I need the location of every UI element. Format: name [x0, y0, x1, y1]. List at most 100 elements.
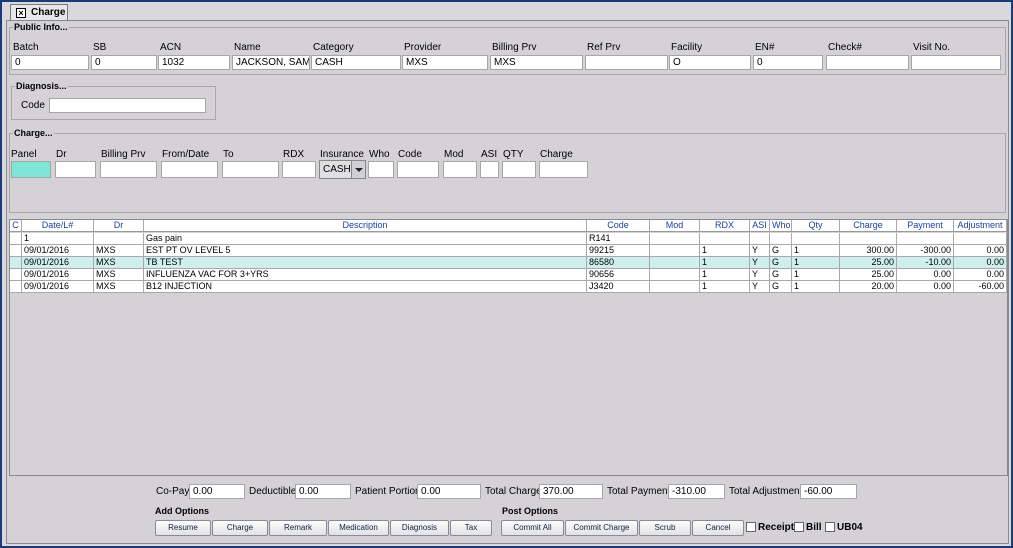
total-adjustment-field[interactable]: -60.00 — [800, 484, 857, 499]
dr-field[interactable] — [55, 161, 96, 178]
mod-field[interactable] — [443, 161, 477, 178]
cell-c — [10, 233, 22, 245]
cell-payment: -300.00 — [897, 245, 954, 257]
category-field[interactable]: CASH — [311, 55, 401, 70]
who-field[interactable] — [368, 161, 394, 178]
medication-button[interactable]: Medication — [328, 520, 389, 536]
col-header-dr[interactable]: Dr — [94, 220, 144, 232]
col-header-adjustment[interactable]: Adjustment — [954, 220, 1007, 232]
col-header-who[interactable]: Who — [770, 220, 792, 232]
col-header-c[interactable]: C — [10, 220, 22, 232]
cell-desc: B12 INJECTION — [144, 281, 587, 293]
scrub-button[interactable]: Scrub — [639, 520, 691, 536]
cell-asi — [750, 233, 770, 245]
copay-label: Co-Pay — [156, 486, 190, 497]
cell-charge: 300.00 — [840, 245, 897, 257]
col-header-rdx[interactable]: RDX — [700, 220, 750, 232]
to-date-field[interactable] — [222, 161, 279, 178]
cell-date: 09/01/2016 — [22, 269, 94, 281]
total-payment-label: Total Payment — [607, 486, 671, 497]
panel-field[interactable] — [11, 161, 51, 178]
col-header-payment[interactable]: Payment — [897, 220, 954, 232]
cell-date: 09/01/2016 — [22, 245, 94, 257]
cell-dr — [94, 233, 144, 245]
diagnosis-code-field[interactable] — [49, 98, 206, 113]
batch-label: Batch — [13, 42, 39, 53]
rdx-field[interactable] — [282, 161, 316, 178]
sb-field[interactable]: 0 — [91, 55, 157, 70]
from-date-field[interactable] — [161, 161, 218, 178]
billing-prv-entry-field[interactable] — [100, 161, 157, 178]
cell-qty: 1 — [792, 257, 840, 269]
cell-c — [10, 257, 22, 269]
asi-field[interactable] — [480, 161, 499, 178]
cell-desc: Gas pain — [144, 233, 587, 245]
cell-mod — [650, 233, 700, 245]
col-header-code[interactable]: Code — [587, 220, 650, 232]
qty-field[interactable] — [502, 161, 536, 178]
code-field[interactable] — [397, 161, 439, 178]
total-adjustment-label: Total Adjustment — [729, 486, 803, 497]
provider-field[interactable]: MXS — [402, 55, 488, 70]
cell-mod — [650, 245, 700, 257]
remark-button[interactable]: Remark — [269, 520, 327, 536]
batch-field[interactable]: 0 — [11, 55, 89, 70]
charge-field[interactable] — [539, 161, 588, 178]
total-payment-field[interactable]: -310.00 — [668, 484, 725, 499]
en-field[interactable]: 0 — [753, 55, 823, 70]
check-field[interactable] — [826, 55, 909, 70]
col-header-asi[interactable]: ASI — [750, 220, 770, 232]
cell-date: 1 — [22, 233, 94, 245]
en-label: EN# — [755, 42, 775, 53]
tab-charge[interactable]: × Charge — [10, 4, 68, 21]
charge-button[interactable]: Charge — [212, 520, 268, 536]
patient-portion-field[interactable]: 0.00 — [417, 484, 481, 499]
post-options-label: Post Options — [502, 506, 558, 516]
close-icon[interactable]: × — [16, 8, 26, 18]
mod-label: Mod — [444, 149, 464, 160]
public-info-legend: Public Info... — [13, 22, 69, 32]
who-label: Who — [369, 149, 390, 160]
tax-button[interactable]: Tax — [450, 520, 492, 536]
col-header-charge[interactable]: Charge — [840, 220, 897, 232]
cell-charge: 25.00 — [840, 269, 897, 281]
ref-prv-field[interactable] — [585, 55, 668, 70]
from-date-label: From/Date — [162, 149, 210, 160]
col-header-mod[interactable]: Mod — [650, 220, 700, 232]
cell-dr: MXS — [94, 281, 144, 293]
check-label: Check# — [828, 42, 862, 53]
cancel-button[interactable]: Cancel — [692, 520, 744, 536]
col-header-qty[interactable]: Qty — [792, 220, 840, 232]
acn-field[interactable]: 1032 — [158, 55, 230, 70]
commit-charge-button[interactable]: Commit Charge — [565, 520, 638, 536]
acn-label: ACN — [160, 42, 182, 53]
receipt-checkbox[interactable] — [746, 522, 756, 532]
cell-qty: 1 — [792, 245, 840, 257]
copay-field[interactable]: 0.00 — [189, 484, 245, 499]
cell-qty: 1 — [792, 281, 840, 293]
cell-who: G — [770, 245, 792, 257]
cell-adjustment: -60.00 — [954, 281, 1007, 293]
ub04-checkbox[interactable] — [825, 522, 835, 532]
facility-field[interactable]: O — [669, 55, 751, 70]
sb-label: SB — [93, 42, 107, 53]
name-field[interactable]: JACKSON, SAMU — [232, 55, 310, 70]
insurance-label: Insurance — [320, 149, 364, 160]
total-charge-field[interactable]: 370.00 — [539, 484, 603, 499]
resume-button[interactable]: Resume — [155, 520, 211, 536]
visit-no-field[interactable] — [911, 55, 1001, 70]
deductible-field[interactable]: 0.00 — [295, 484, 351, 499]
billing-prv-field[interactable]: MXS — [490, 55, 583, 70]
cell-payment — [897, 233, 954, 245]
insurance-dropdown[interactable]: CASH — [319, 160, 366, 179]
cell-qty — [792, 233, 840, 245]
diagnosis-button[interactable]: Diagnosis — [390, 520, 449, 536]
cell-charge — [840, 233, 897, 245]
col-header-date[interactable]: Date/L# — [22, 220, 94, 232]
rdx-label: RDX — [283, 149, 305, 160]
col-header-description[interactable]: Description — [144, 220, 587, 232]
chevron-down-icon[interactable] — [351, 161, 365, 178]
cell-rdx: 1 — [700, 281, 750, 293]
commit-all-button[interactable]: Commit All — [501, 520, 564, 536]
bill-checkbox[interactable] — [794, 522, 804, 532]
